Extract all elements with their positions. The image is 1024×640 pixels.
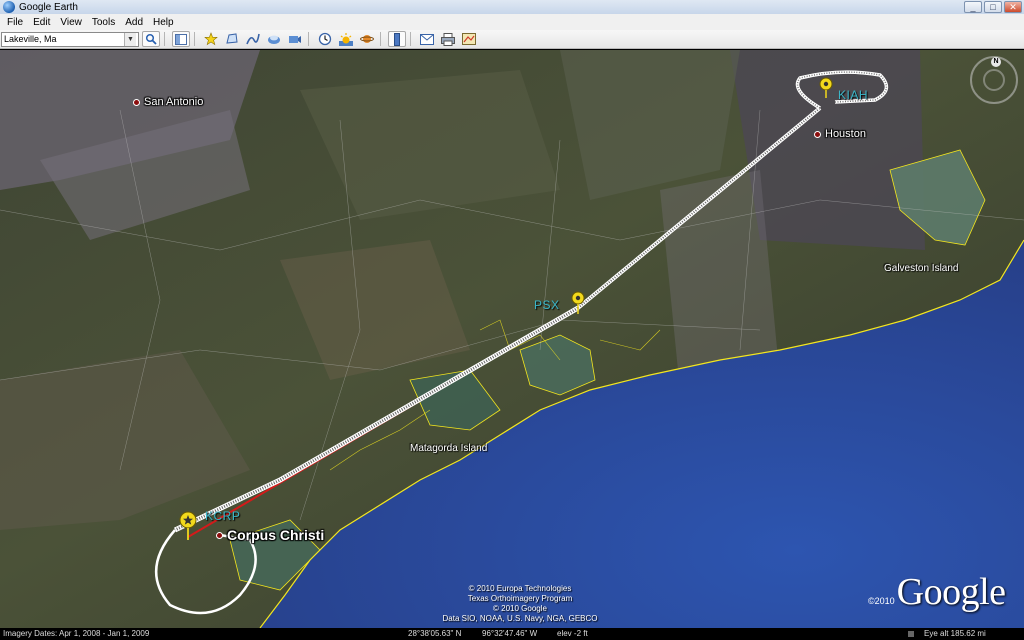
email-button[interactable]: [418, 31, 436, 47]
record-tour-button[interactable]: [286, 31, 304, 47]
toolbar-separator: [164, 32, 165, 46]
satellite-imagery: [0, 50, 1024, 628]
menu-file[interactable]: File: [2, 17, 28, 28]
toolbar-separator: [410, 32, 411, 46]
image-overlay-icon: [268, 35, 280, 44]
menu-add[interactable]: Add: [120, 17, 148, 28]
toolbar-separator: [308, 32, 309, 46]
place-houston[interactable]: Houston: [814, 128, 866, 140]
sun-icon: [339, 33, 353, 46]
ruler-button[interactable]: [388, 31, 406, 47]
view-in-maps-button[interactable]: [460, 31, 478, 47]
historical-imagery-icon: [318, 32, 332, 46]
eye-altitude-readout: Eye alt 185.62 mi: [924, 629, 986, 638]
polygon-icon: [226, 33, 238, 44]
toolbar-separator: [194, 32, 195, 46]
minimize-button[interactable]: _: [964, 1, 982, 13]
navigation-compass[interactable]: N: [970, 56, 1018, 104]
place-san-antonio[interactable]: San Antonio: [133, 96, 203, 108]
sidebar-icon: [175, 33, 187, 45]
map-viewport[interactable]: San Antonio Houston Corpus Christi Galve…: [0, 50, 1024, 628]
search-input[interactable]: [2, 32, 124, 46]
email-icon: [420, 33, 434, 45]
search-box: ▼: [1, 31, 139, 47]
window-title: Google Earth: [19, 1, 78, 13]
sunlight-button[interactable]: [337, 31, 355, 47]
menu-edit[interactable]: Edit: [28, 17, 55, 28]
ruler-icon: [394, 32, 400, 46]
add-image-overlay-button[interactable]: [265, 31, 283, 47]
print-icon: [441, 32, 455, 46]
record-tour-icon: [289, 36, 301, 43]
menu-bar: File Edit View Tools Add Help: [0, 14, 1024, 30]
imagery-copyright: © 2010 Europa Technologies Texas Orthoim…: [442, 584, 598, 623]
toolbar-separator: [380, 32, 381, 46]
place-matagorda-island[interactable]: Matagorda Island: [410, 443, 487, 454]
add-polygon-button[interactable]: [223, 31, 241, 47]
look-joystick[interactable]: [983, 69, 1005, 91]
placemark-icon: [204, 32, 218, 46]
toolbar: ▼: [0, 30, 1024, 49]
maps-icon: [462, 33, 476, 45]
compass-north-icon[interactable]: N: [991, 57, 1001, 67]
historical-imagery-button[interactable]: [316, 31, 334, 47]
menu-help[interactable]: Help: [148, 17, 179, 28]
window-controls: _ □ ✕: [964, 1, 1022, 13]
print-button[interactable]: [439, 31, 457, 47]
chevron-down-icon[interactable]: ▼: [124, 32, 136, 46]
google-earth-icon: [3, 1, 15, 13]
menu-tools[interactable]: Tools: [87, 17, 120, 28]
close-button[interactable]: ✕: [1004, 1, 1022, 13]
airport-label-psx[interactable]: PSX: [534, 298, 560, 312]
add-path-button[interactable]: [244, 31, 262, 47]
place-galveston-island[interactable]: Galveston Island: [884, 263, 959, 274]
menu-view[interactable]: View: [55, 17, 87, 28]
place-corpus-christi[interactable]: Corpus Christi: [216, 527, 324, 543]
airport-label-kcrp[interactable]: KCRP: [205, 509, 240, 523]
longitude-readout: 96°32'47.46" W: [482, 629, 538, 638]
planets-button[interactable]: [358, 31, 376, 47]
google-logo: ©2010 Google: [868, 571, 1006, 613]
city-dot-icon: [814, 130, 821, 138]
sidebar-toggle-button[interactable]: [172, 31, 190, 47]
status-bar: Imagery Dates: Apr 1, 2008 - Jan 1, 2009…: [0, 628, 1024, 640]
imagery-dates: Imagery Dates: Apr 1, 2008 - Jan 1, 2009: [3, 629, 150, 638]
airport-label-kiah[interactable]: KIAH: [838, 88, 868, 102]
city-dot-icon: [216, 531, 223, 539]
city-dot-icon: [133, 98, 140, 106]
search-icon: [145, 33, 157, 45]
path-icon: [246, 33, 260, 45]
title-bar: Google Earth _ □ ✕: [0, 0, 1024, 14]
latitude-readout: 28°38'05.63" N: [408, 629, 462, 638]
streaming-indicator-icon: [908, 631, 914, 637]
maximize-button[interactable]: □: [984, 1, 1002, 13]
add-placemark-button[interactable]: [202, 31, 220, 47]
search-button[interactable]: [142, 31, 160, 47]
elevation-readout: elev -2 ft: [557, 629, 588, 638]
planets-icon: [360, 35, 374, 43]
